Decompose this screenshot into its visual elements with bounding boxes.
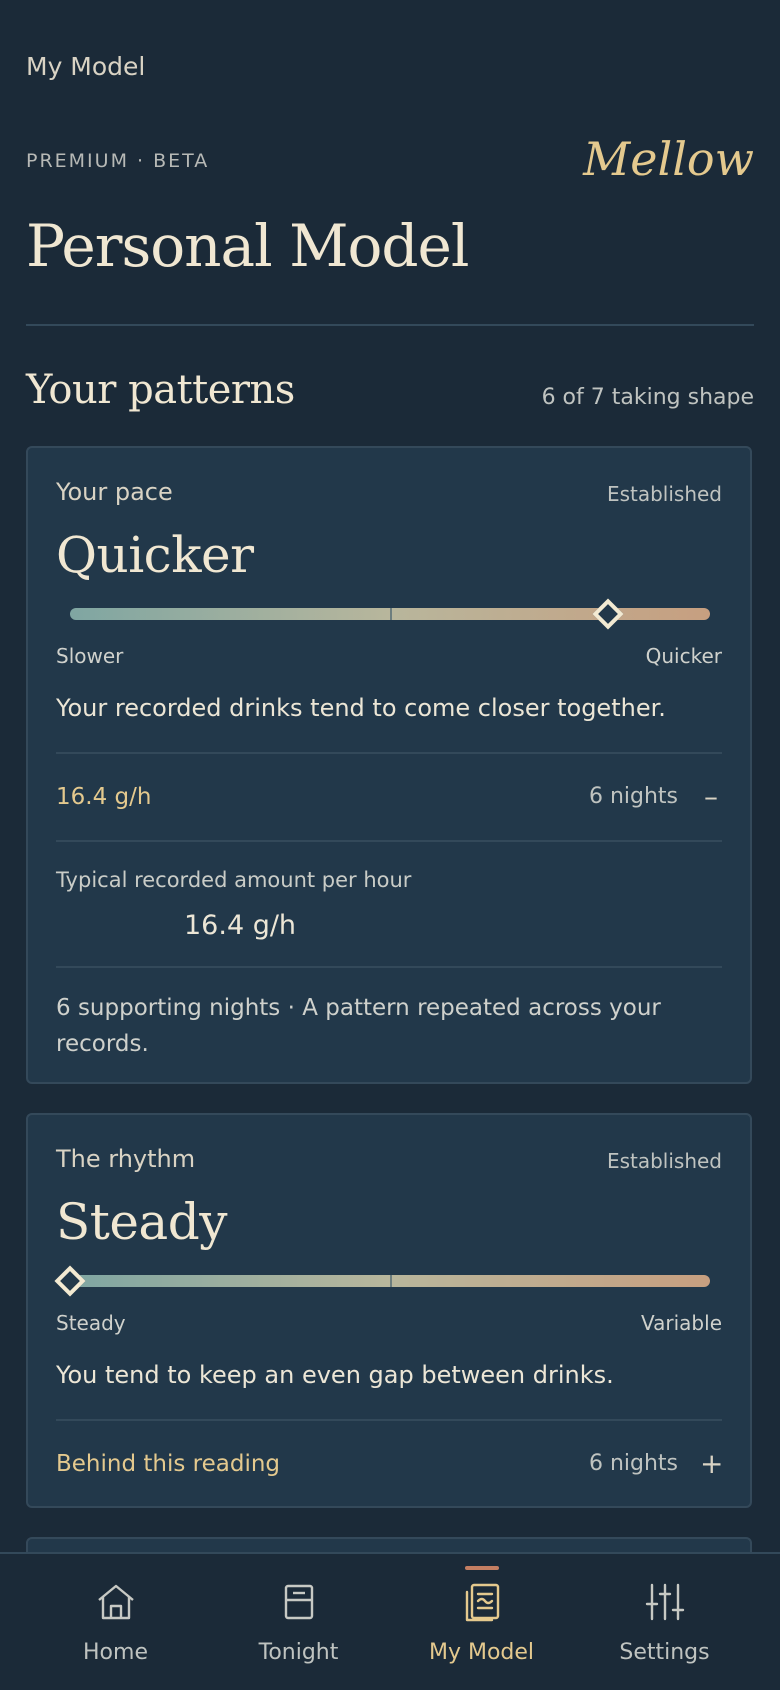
pattern-label: The rhythm <box>56 1145 196 1173</box>
behind-reading-link[interactable]: Behind this reading <box>56 1451 280 1477</box>
metric-value: 16.4 g/h <box>184 910 297 941</box>
tab-label: Settings <box>619 1640 710 1665</box>
scale-midpoint <box>390 608 392 620</box>
scale-midpoint <box>390 1275 392 1287</box>
eyebrow-label: PREMIUM · BETA <box>26 150 210 172</box>
tab-my-model[interactable]: My Model <box>384 1554 579 1690</box>
pattern-scale-marker <box>592 598 624 630</box>
pattern-rate-value: 16.4 g/h <box>56 784 152 810</box>
supporting-nights: 6 nights <box>588 1451 678 1476</box>
pattern-status: Established <box>606 1149 722 1173</box>
card-rule <box>56 840 722 842</box>
tab-label: Home <box>83 1640 148 1665</box>
top-title: My Model <box>26 52 146 81</box>
active-tab-indicator <box>464 1566 499 1570</box>
patterns-progress: 6 of 7 taking shape <box>541 385 754 410</box>
tab-label: My Model <box>428 1640 535 1665</box>
tab-tonight[interactable]: Tonight <box>201 1554 396 1690</box>
tab-label: Tonight <box>258 1640 339 1665</box>
model-book-icon <box>465 1583 499 1622</box>
scale-right-label: Quicker <box>645 644 722 668</box>
pattern-description: You tend to keep an even gap between dri… <box>56 1361 614 1389</box>
supporting-nights: 6 nights <box>588 784 678 809</box>
pattern-card-pace: Your pace Established Quicker Slower Qui… <box>26 446 752 1084</box>
scale-right-label: Variable <box>641 1311 722 1335</box>
behind-reading-toggle-row[interactable]: Behind this reading 6 nights + <box>28 1421 750 1507</box>
pattern-scale-marker <box>54 1265 86 1297</box>
glass-icon <box>284 1584 313 1620</box>
page-title: Personal Model <box>26 212 469 280</box>
pattern-value: Quicker <box>56 526 254 584</box>
pattern-status: Established <box>606 482 722 506</box>
pattern-value: Steady <box>56 1193 228 1251</box>
section-title: Your patterns <box>26 367 295 413</box>
card-rule <box>56 966 722 968</box>
expand-icon[interactable]: + <box>700 1447 723 1480</box>
metric-label: Typical recorded amount per hour <box>56 868 412 892</box>
brand-logo: Mellow <box>583 132 754 186</box>
bottom-tab-bar: Home Tonight My Model Settings <box>0 1552 780 1690</box>
pattern-description: Your recorded drinks tend to come closer… <box>56 694 666 722</box>
tab-settings[interactable]: Settings <box>567 1554 762 1690</box>
collapse-icon[interactable]: – <box>700 780 722 813</box>
tab-home[interactable]: Home <box>18 1554 213 1690</box>
pattern-card-rhythm: The rhythm Established Steady Steady Var… <box>26 1113 752 1508</box>
pattern-footnote: 6 supporting nights · A pattern repeated… <box>56 995 661 1057</box>
scale-left-label: Slower <box>56 644 124 668</box>
pattern-scale-track <box>70 1275 710 1287</box>
home-icon <box>97 1584 134 1620</box>
pattern-details-toggle-row[interactable]: 16.4 g/h 6 nights – <box>28 754 750 840</box>
sliders-icon <box>645 1583 684 1621</box>
scale-left-label: Steady <box>56 1311 126 1335</box>
pattern-label: Your pace <box>56 478 173 506</box>
header-divider <box>26 324 754 326</box>
